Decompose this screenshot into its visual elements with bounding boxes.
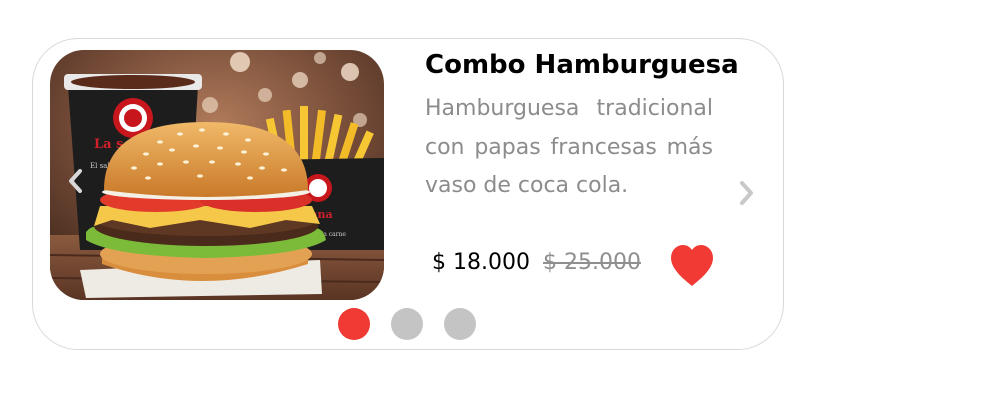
product-old-price: $ 25.000: [543, 250, 641, 275]
heart-icon: [671, 245, 713, 286]
chevron-right-icon: [740, 181, 753, 205]
carousel-dot[interactable]: [338, 308, 370, 340]
carousel-dot[interactable]: [391, 308, 423, 340]
product-price: $ 18.000: [432, 250, 530, 275]
favorite-button[interactable]: [669, 244, 715, 288]
next-slide-button[interactable]: [734, 178, 760, 208]
previous-slide-button[interactable]: [62, 166, 88, 196]
chevron-left-icon: [69, 169, 82, 193]
carousel-indicators: [338, 308, 476, 340]
carousel-dot[interactable]: [444, 308, 476, 340]
product-title: Combo Hamburguesa: [425, 50, 739, 80]
product-description: Hamburguesa tradicional con papas france…: [425, 96, 713, 198]
product-image: La s El sab llana de la carne: [50, 50, 384, 300]
